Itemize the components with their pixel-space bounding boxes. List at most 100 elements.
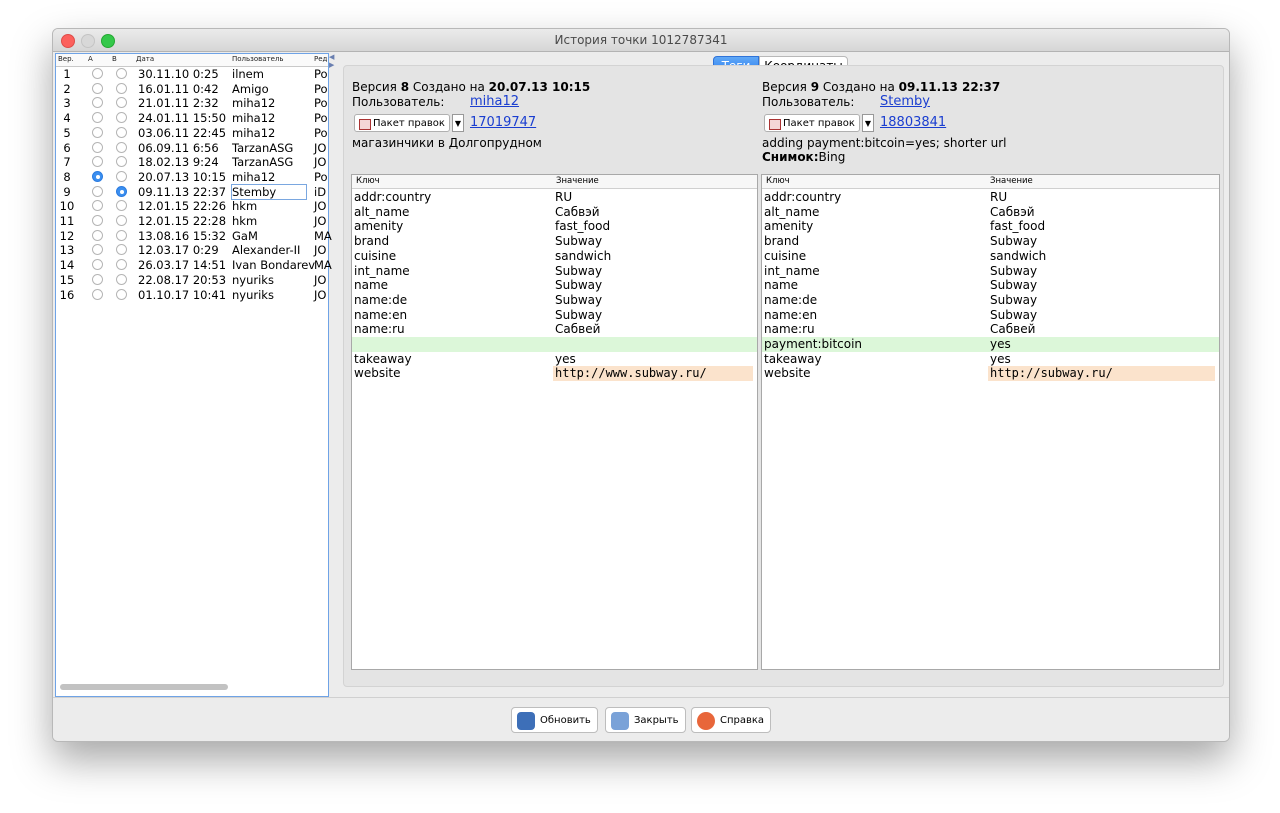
version-row[interactable]: 4 24.01.11 15:50 miha12 Po [56, 111, 328, 126]
value-column-header[interactable]: Значение [990, 176, 1033, 186]
compare-b-radio[interactable] [116, 82, 127, 94]
compare-b-radio[interactable] [116, 141, 127, 153]
compare-a-radio[interactable] [92, 170, 103, 182]
tag-row[interactable]: name Subway [762, 278, 1219, 293]
tag-row[interactable]: cuisine sandwich [762, 249, 1219, 264]
compare-a-radio[interactable] [92, 259, 103, 271]
col-header-editor[interactable]: Ред [314, 55, 327, 63]
tag-row[interactable]: brand Subway [352, 234, 757, 249]
tag-row[interactable]: alt_name Сабвэй [762, 205, 1219, 220]
split-pane-arrows-icon[interactable]: ◀ ▶ [329, 53, 335, 73]
right-user-link[interactable]: Stemby [880, 94, 930, 109]
value-column-header[interactable]: Значение [556, 176, 599, 186]
left-user-link[interactable]: miha12 [470, 94, 519, 109]
compare-a-radio[interactable] [92, 97, 103, 109]
compare-b-radio[interactable] [116, 259, 127, 271]
version-row[interactable]: 12 13.08.16 15:32 GaM MA [56, 229, 332, 244]
compare-b-radio[interactable] [116, 200, 127, 212]
compare-a-radio[interactable] [92, 112, 103, 124]
compare-b-radio[interactable] [116, 170, 127, 182]
left-changeset-button[interactable]: Пакет правок [354, 114, 450, 132]
compare-b-radio[interactable] [116, 68, 127, 79]
tag-row[interactable]: name:de Subway [762, 293, 1219, 308]
version-row[interactable]: 7 18.02.13 9:24 TarzanASG JO [56, 155, 328, 170]
compare-b-radio[interactable] [116, 185, 127, 197]
compare-b-radio[interactable] [116, 244, 127, 256]
version-row[interactable]: 10 12.01.15 22:26 hkm JO [56, 199, 328, 214]
tag-row[interactable]: takeaway yes [352, 352, 757, 367]
version-row[interactable]: 5 03.06.11 22:45 miha12 Po [56, 126, 328, 141]
compare-a-radio[interactable] [92, 156, 103, 168]
compare-b-radio[interactable] [116, 112, 127, 124]
tag-row[interactable]: name:ru Сабвей [762, 322, 1219, 337]
compare-a-radio[interactable] [92, 288, 103, 300]
tag-row[interactable]: takeaway yes [762, 352, 1219, 367]
left-changeset-link[interactable]: 17019747 [470, 115, 536, 130]
tag-row[interactable]: addr:country RU [352, 190, 757, 205]
compare-b-radio[interactable] [116, 97, 127, 109]
tag-row[interactable]: website http://subway.ru/ [762, 366, 1219, 382]
tag-row[interactable]: website http://www.subway.ru/ [352, 366, 757, 382]
key-column-header[interactable]: Ключ [356, 176, 380, 186]
tag-row[interactable]: amenity fast_food [352, 219, 757, 234]
version-row[interactable]: 15 22.08.17 20:53 nyuriks JO [56, 273, 328, 288]
tag-row[interactable]: int_name Subway [762, 264, 1219, 279]
close-button[interactable]: Закрыть [605, 707, 686, 733]
compare-b-radio[interactable] [116, 273, 127, 285]
compare-a-radio[interactable] [92, 215, 103, 226]
refresh-button[interactable]: Обновить [511, 707, 598, 733]
compare-a-radio[interactable] [92, 82, 103, 94]
tag-row[interactable]: brand Subway [762, 234, 1219, 249]
tag-row[interactable]: name:en Subway [762, 308, 1219, 323]
col-header-user[interactable]: Пользователь [232, 55, 284, 63]
tag-row[interactable]: alt_name Сабвэй [352, 205, 757, 220]
tag-row[interactable]: payment:bitcoin yes [762, 337, 1219, 352]
tag-row[interactable]: cuisine sandwich [352, 249, 757, 264]
compare-b-radio[interactable] [116, 215, 127, 226]
version-row[interactable]: 14 26.03.17 14:51 Ivan Bondarev MA [56, 258, 332, 273]
col-header-ver[interactable]: Вер. [58, 55, 74, 63]
compare-a-radio[interactable] [92, 273, 103, 285]
compare-a-radio[interactable] [92, 141, 103, 153]
version-row[interactable]: 1 30.11.10 0:25 ilnem Po [56, 67, 328, 82]
version-row[interactable]: 2 16.01.11 0:42 Amigo Po [56, 82, 328, 97]
version-row[interactable]: 8 20.07.13 10:15 miha12 Po [56, 170, 328, 185]
help-button[interactable]: Справка [691, 707, 772, 733]
col-header-a[interactable]: A [88, 55, 93, 63]
right-changeset-dropdown[interactable]: ▼ [862, 114, 874, 132]
col-header-date[interactable]: Дата [136, 55, 154, 63]
compare-a-radio[interactable] [92, 244, 103, 256]
compare-b-radio[interactable] [116, 288, 127, 300]
key-column-header[interactable]: Ключ [766, 176, 790, 186]
tag-row[interactable]: name:ru Сабвей [352, 322, 757, 337]
tag-row[interactable]: addr:country RU [762, 190, 1219, 205]
compare-a-radio[interactable] [92, 229, 103, 241]
tag-row[interactable]: name:de Subway [352, 293, 757, 308]
tag-row[interactable]: name:en Subway [352, 308, 757, 323]
compare-a-radio[interactable] [92, 185, 103, 197]
compare-a-radio[interactable] [92, 200, 103, 212]
compare-b-radio[interactable] [116, 156, 127, 168]
compare-b-radio[interactable] [116, 126, 127, 138]
version-row[interactable]: 6 06.09.11 6:56 TarzanASG JO [56, 141, 328, 156]
tag-row[interactable]: amenity fast_food [762, 219, 1219, 234]
version-editor: iD [314, 184, 327, 199]
compare-b-radio[interactable] [116, 229, 127, 241]
compare-a-radio[interactable] [92, 68, 103, 79]
tag-row[interactable] [352, 337, 757, 352]
tag-row[interactable]: name Subway [352, 278, 757, 293]
version-row[interactable]: 16 01.10.17 10:41 nyuriks JO [56, 288, 328, 303]
version-row[interactable]: 13 12.03.17 0:29 Alexander-II JO [56, 243, 328, 258]
right-changeset-button[interactable]: Пакет правок [764, 114, 860, 132]
col-header-b[interactable]: B [112, 55, 117, 63]
version-row[interactable]: 11 12.01.15 22:28 hkm JO [56, 214, 328, 229]
version-row[interactable]: 3 21.01.11 2:32 miha12 Po [56, 96, 328, 111]
tag-row[interactable]: int_name Subway [352, 264, 757, 279]
tag-value: Subway [555, 307, 603, 322]
horizontal-scrollbar[interactable] [60, 684, 228, 690]
right-changeset-link[interactable]: 18803841 [880, 115, 946, 130]
compare-a-radio[interactable] [92, 126, 103, 138]
left-changeset-dropdown[interactable]: ▼ [452, 114, 464, 132]
version-row[interactable]: 9 09.11.13 22:37 Stemby iD [56, 183, 328, 200]
tag-key: int_name [764, 263, 820, 278]
